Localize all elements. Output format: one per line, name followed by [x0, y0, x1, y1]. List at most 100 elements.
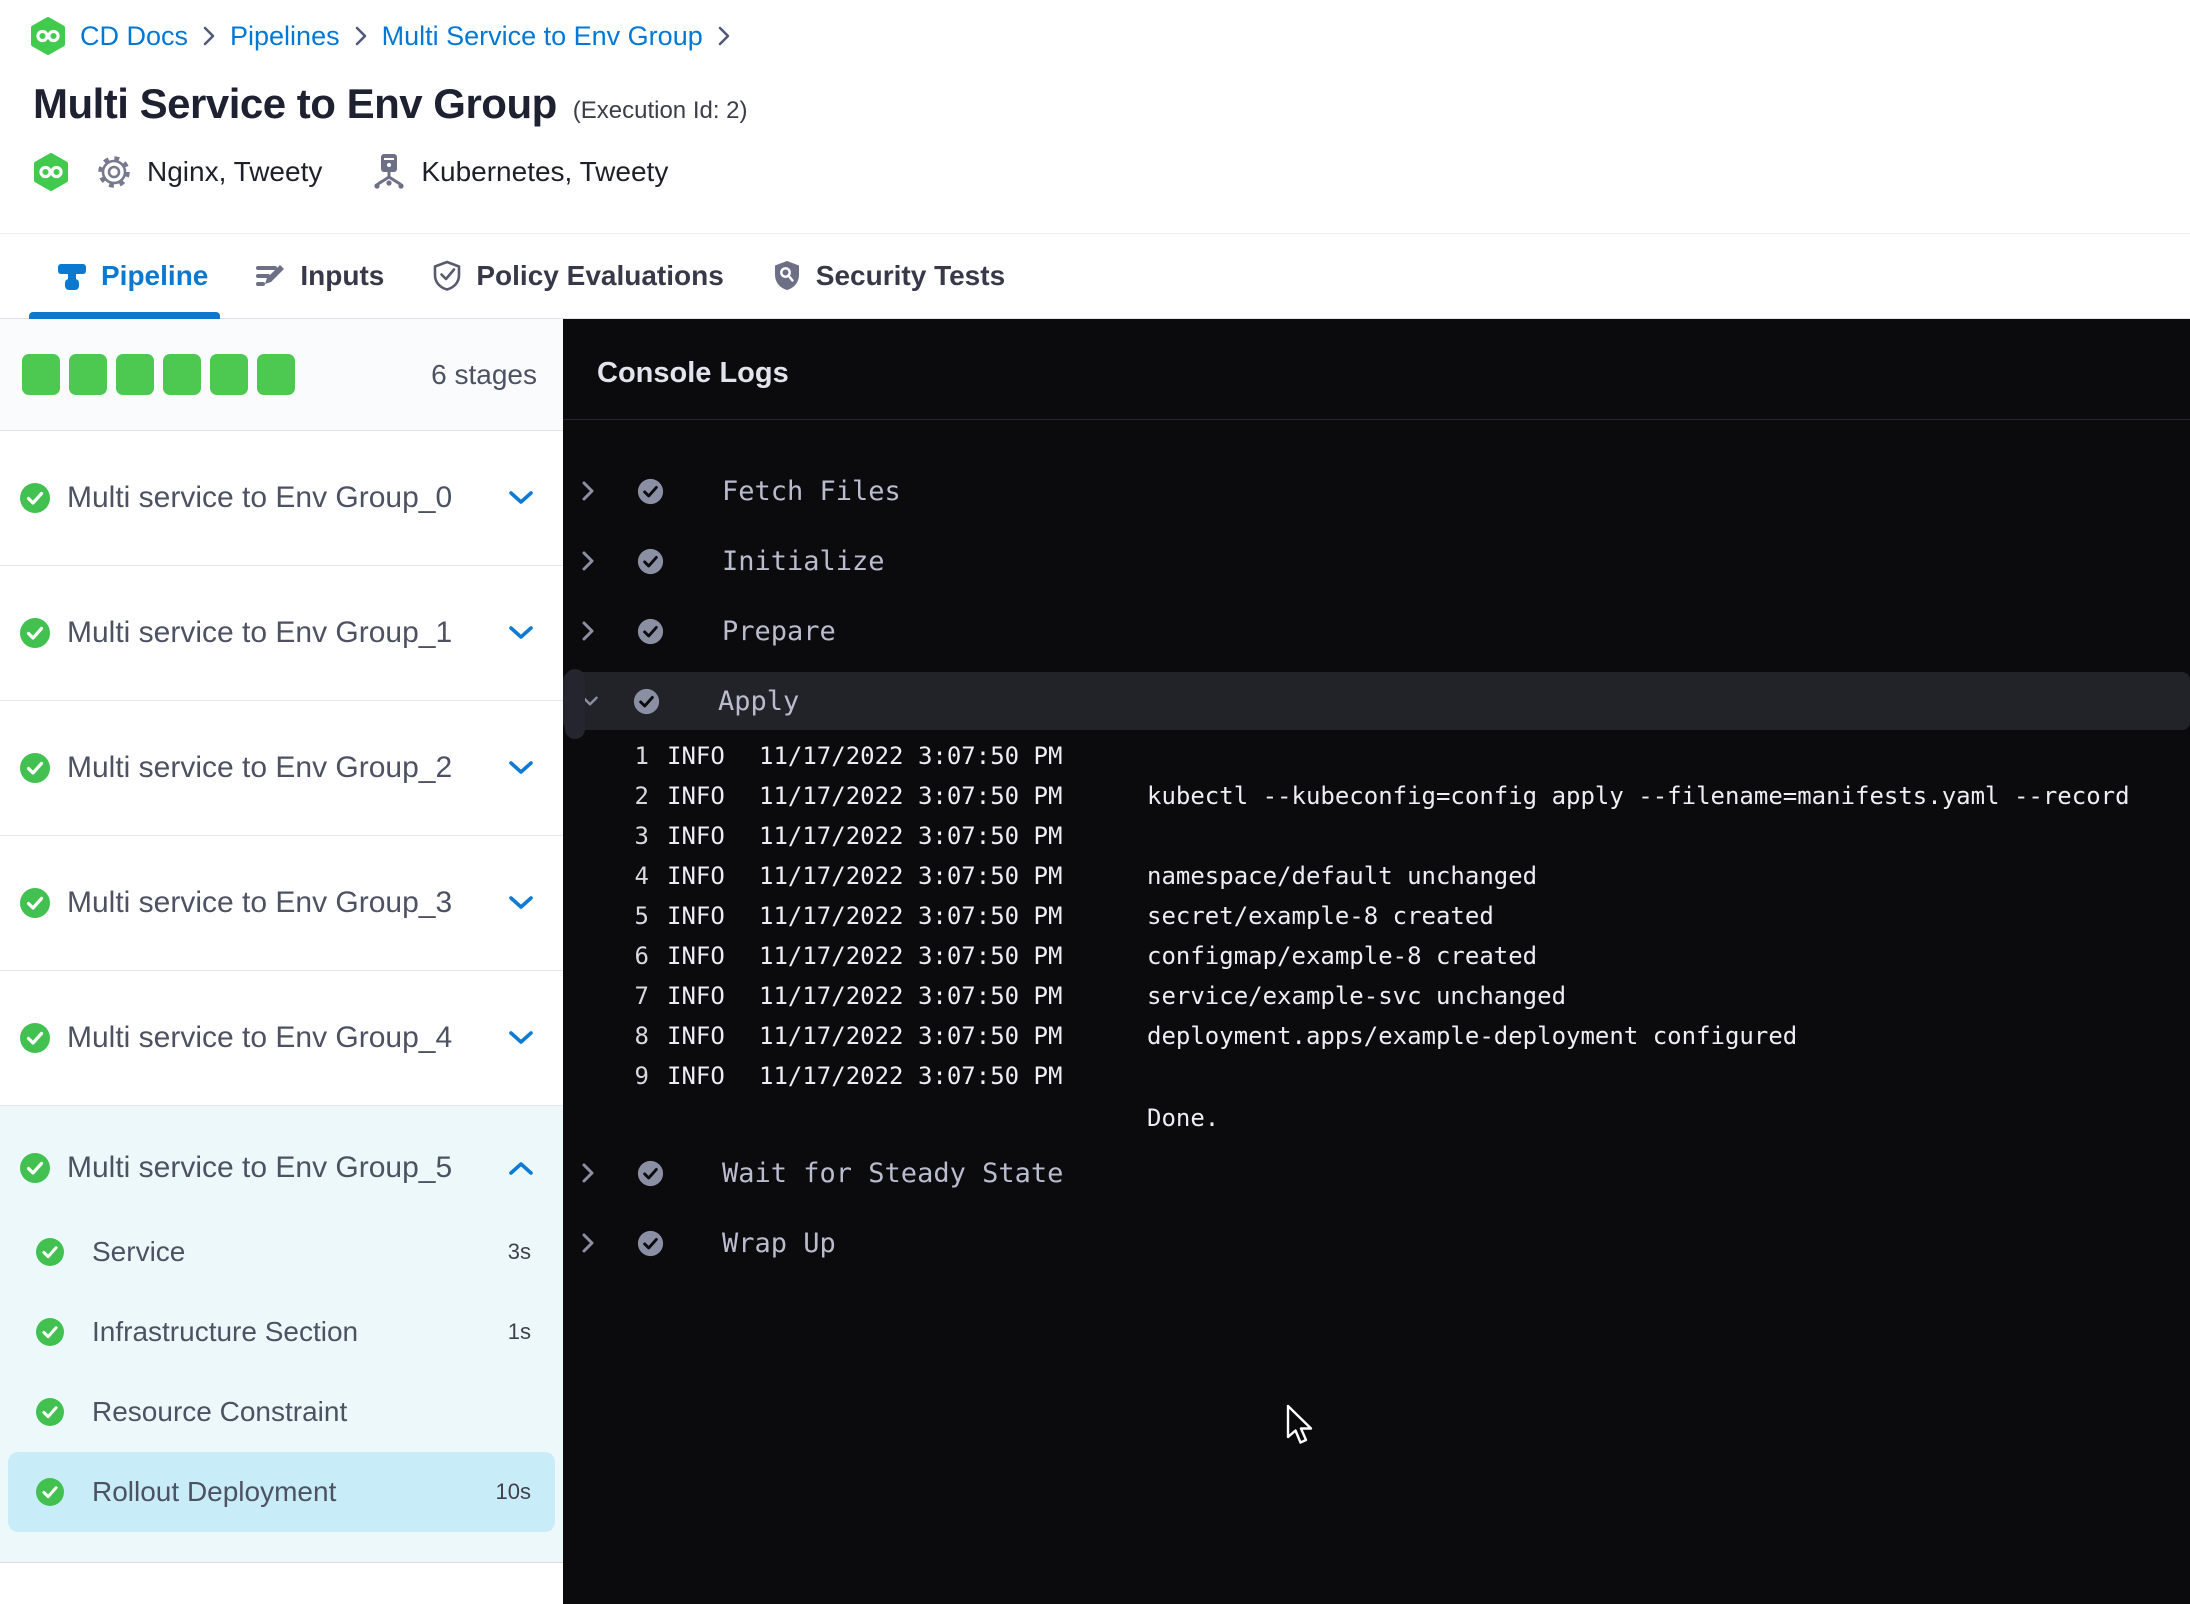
shield-check-icon	[430, 259, 464, 293]
console-logs-panel: Console Logs Fetch Files Initialize Prep…	[563, 319, 2190, 1604]
log-line: 7 INFO 11/17/2022 3:07:50 PM service/exampl…	[563, 976, 2190, 1016]
log-line-number: 6	[634, 942, 649, 970]
log-line: 1 INFO 11/17/2022 3:07:50 PM	[563, 736, 2190, 776]
log-level: INFO	[667, 782, 725, 810]
log-section-label: Wrap Up	[722, 1227, 836, 1259]
log-message: namespace/default unchanged	[1147, 862, 1538, 890]
check-circle-icon	[637, 548, 664, 575]
step-label: Infrastructure Section	[92, 1316, 359, 1347]
stage-label: Multi service to Env Group_2	[67, 751, 453, 784]
chevron-right-icon[interactable]	[581, 620, 599, 642]
chevron-down-icon[interactable]	[507, 759, 535, 777]
check-circle-icon	[20, 618, 50, 648]
infrastructure-icon	[370, 152, 408, 192]
log-section-initialize[interactable]: Initialize	[563, 526, 2190, 596]
step-duration: 1s	[507, 1319, 531, 1344]
tab-pipeline[interactable]: Pipeline	[28, 234, 221, 319]
check-circle-icon	[36, 1318, 64, 1346]
chevron-right-icon[interactable]	[581, 1232, 599, 1254]
log-timestamp: 11/17/2022 3:07:50 PM	[759, 942, 1063, 970]
page-title: Multi Service to Env Group	[33, 80, 557, 127]
stage-row-expanded[interactable]: Multi service to Env Group_5	[0, 1124, 563, 1212]
chevron-right-icon	[354, 25, 368, 47]
log-line: 8 INFO 11/17/2022 3:07:50 PM deployment.app…	[563, 1016, 2190, 1056]
stage-count-label: 6 stages	[431, 358, 537, 390]
console-sections: Fetch Files Initialize Prepare Apply 1 I…	[563, 420, 2190, 1278]
log-timestamp: 11/17/2022 3:07:50 PM	[759, 982, 1063, 1010]
tab-label: Security Tests	[815, 260, 1006, 291]
check-circle-icon	[36, 1238, 64, 1266]
log-line-number: 4	[634, 862, 649, 890]
log-line: 9 INFO 11/17/2022 3:07:50 PM	[563, 1056, 2190, 1096]
log-section-fetch-files[interactable]: Fetch Files	[563, 456, 2190, 526]
log-message: configmap/example-8 created	[1147, 942, 1538, 970]
stage-row[interactable]: Multi service to Env Group_0	[0, 431, 563, 566]
stage-row[interactable]: Multi service to Env Group_3	[0, 836, 563, 971]
log-footer-line: Done.	[1147, 1104, 1220, 1132]
log-section-wrap-up[interactable]: Wrap Up	[563, 1208, 2190, 1278]
check-circle-icon	[637, 1160, 664, 1187]
check-circle-icon	[637, 618, 664, 645]
log-line-number: 5	[634, 902, 649, 930]
chevron-down-icon[interactable]	[507, 489, 535, 507]
log-timestamp: 11/17/2022 3:07:50 PM	[759, 902, 1063, 930]
chevron-right-icon[interactable]	[581, 1162, 599, 1184]
tab-inputs[interactable]: Inputs	[254, 234, 384, 318]
chevron-right-icon	[717, 25, 731, 47]
log-section-label: Apply	[718, 685, 800, 717]
chevron-right-icon	[202, 25, 216, 47]
tab-policy-evaluations[interactable]: Policy Evaluations	[430, 234, 724, 318]
log-section-prepare[interactable]: Prepare	[563, 596, 2190, 666]
chevron-right-icon[interactable]	[581, 480, 599, 502]
tab-label: Pipeline	[101, 260, 209, 291]
log-line-number: 1	[634, 742, 649, 770]
stages-summary: 6 stages	[0, 319, 563, 431]
step-row-infrastructure[interactable]: Infrastructure Section 1s	[0, 1292, 563, 1372]
check-circle-icon	[633, 688, 660, 715]
log-level: INFO	[667, 1022, 725, 1050]
step-row-service[interactable]: Service 3s	[0, 1212, 563, 1292]
log-line: 5 INFO 11/17/2022 3:07:50 PM secret/example…	[563, 896, 2190, 936]
log-line: 2 INFO 11/17/2022 3:07:50 PM kubectl --kube…	[563, 776, 2190, 816]
breadcrumb-link-cd-docs[interactable]: CD Docs	[80, 21, 188, 52]
stage-label: Multi service to Env Group_0	[67, 481, 453, 514]
pipeline-icon	[55, 259, 89, 293]
panel-resize-handle[interactable]	[565, 669, 585, 739]
breadcrumb-link-pipeline-name[interactable]: Multi Service to Env Group	[382, 21, 703, 52]
log-timestamp: 11/17/2022 3:07:50 PM	[759, 742, 1063, 770]
stage-success-square	[257, 354, 295, 395]
console-logs-title: Console Logs	[563, 319, 2190, 420]
stage-row[interactable]: Multi service to Env Group_4	[0, 971, 563, 1106]
step-label: Service	[92, 1236, 186, 1267]
step-row-rollout-deployment[interactable]: Rollout Deployment 10s	[8, 1452, 555, 1532]
tab-security-tests[interactable]: Security Tests	[770, 234, 1005, 318]
log-section-wait-for-steady-state[interactable]: Wait for Steady State	[563, 1138, 2190, 1208]
execution-main: 6 stages Multi service to Env Group_0 Mu…	[0, 319, 2190, 1604]
log-message: service/example-svc unchanged	[1147, 982, 1567, 1010]
stage-row[interactable]: Multi service to Env Group_1	[0, 566, 563, 701]
chevron-down-icon[interactable]	[507, 624, 535, 642]
chevron-right-icon[interactable]	[581, 550, 599, 572]
stage-row[interactable]: Multi service to Env Group_2	[0, 701, 563, 836]
chevron-down-icon[interactable]	[507, 1029, 535, 1047]
log-timestamp: 11/17/2022 3:07:50 PM	[759, 1062, 1063, 1090]
stage-label: Multi service to Env Group_5	[67, 1151, 453, 1184]
stage-label: Multi service to Env Group_1	[67, 616, 453, 649]
stages-panel: 6 stages Multi service to Env Group_0 Mu…	[0, 319, 563, 1604]
step-label: Rollout Deployment	[92, 1476, 337, 1507]
step-row-resource-constraint[interactable]: Resource Constraint	[0, 1372, 563, 1452]
shield-magnifier-icon	[770, 259, 804, 293]
service-names-label: Nginx, Tweety	[147, 156, 323, 187]
breadcrumb-link-pipelines[interactable]: Pipelines	[230, 21, 340, 52]
chevron-up-icon[interactable]	[507, 1159, 535, 1177]
log-message: kubectl --kubeconfig=config apply --file…	[1147, 782, 2130, 810]
gear-icon	[94, 152, 134, 192]
stage-label: Multi service to Env Group_4	[67, 1021, 453, 1054]
chevron-down-icon[interactable]	[507, 894, 535, 912]
log-timestamp: 11/17/2022 3:07:50 PM	[759, 822, 1063, 850]
log-level: INFO	[667, 822, 725, 850]
log-timestamp: 11/17/2022 3:07:50 PM	[759, 862, 1063, 890]
log-level: INFO	[667, 982, 725, 1010]
log-section-apply[interactable]: Apply	[563, 672, 2190, 730]
stage-success-square	[22, 354, 60, 395]
